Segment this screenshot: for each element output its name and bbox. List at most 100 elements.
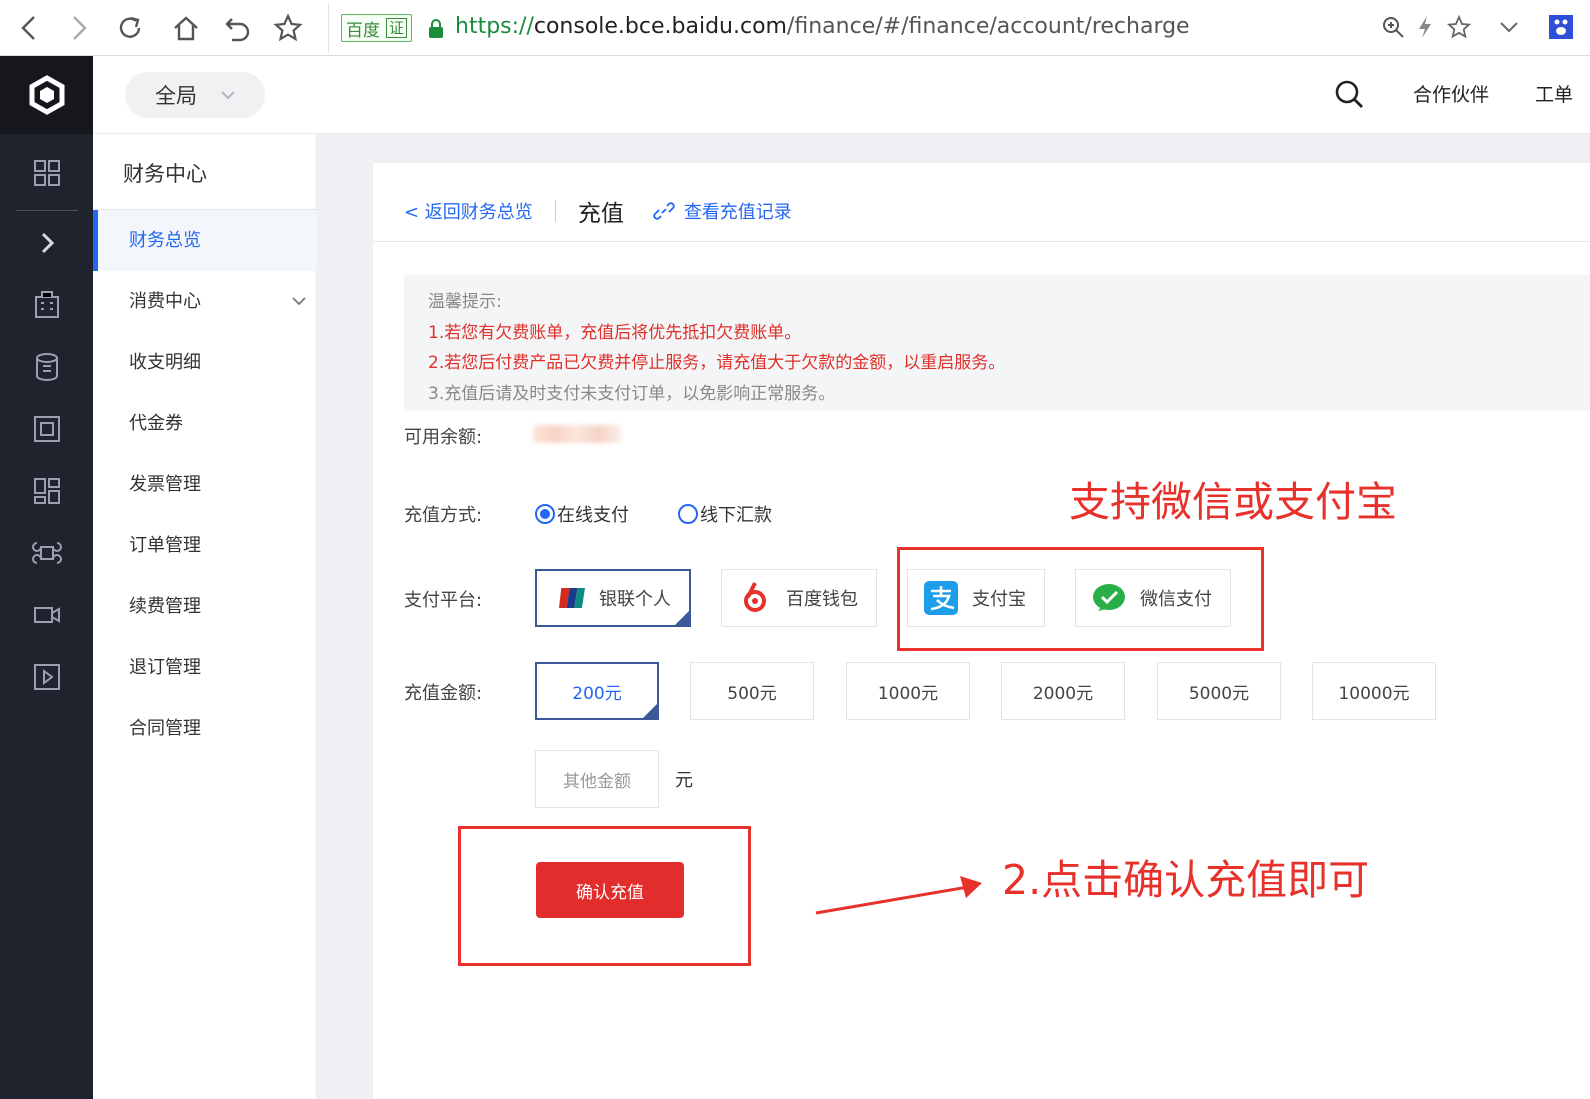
page-title: 充值 xyxy=(577,201,624,227)
browser-forward-button[interactable] xyxy=(58,8,98,48)
star-outline-icon xyxy=(1446,14,1472,39)
browser-reload-button[interactable] xyxy=(110,8,150,48)
baidu-extension-button[interactable] xyxy=(1546,12,1576,42)
annotation-box-payment xyxy=(897,547,1264,651)
recharge-history-link[interactable]: 查看充值记录 xyxy=(684,198,792,224)
browser-home-button[interactable] xyxy=(166,8,206,48)
video-camera-icon xyxy=(34,607,60,623)
finance-sidebar: 财务中心 财务总览 消费中心 收支明细 代金券 发票管理 订单管理 续费管理 退… xyxy=(93,134,317,1099)
unionpay-icon xyxy=(559,588,585,608)
platform-baidu-wallet[interactable]: 百度钱包 xyxy=(721,569,877,627)
amount-label: 充值金额: xyxy=(404,683,483,704)
method-offline-radio[interactable]: 线下汇款 xyxy=(678,501,772,527)
sidebar-title: 财务中心 xyxy=(123,162,207,186)
partner-link[interactable]: 合作伙伴 xyxy=(1413,80,1489,107)
dropdown-button[interactable] xyxy=(1494,12,1524,42)
address-bar[interactable]: 百度 证 https://console.bce.baidu.com/finan… xyxy=(328,4,1488,52)
method-label: 充值方式: xyxy=(404,505,483,526)
forward-arrow-icon xyxy=(73,16,87,40)
sidebar-item-refunds[interactable]: 退订管理 xyxy=(93,637,317,698)
rail-products[interactable] xyxy=(30,156,64,190)
rail-media[interactable] xyxy=(30,598,64,632)
amount-10000[interactable]: 10000元 xyxy=(1312,662,1436,720)
tip-line-2: 2.若您后付费产品已欠费并停止服务，请充值大于欠款的金额，以重启服务。 xyxy=(428,353,1006,373)
annotation-box-confirm xyxy=(458,826,751,966)
sidebar-item-vouchers[interactable]: 代金券 xyxy=(93,393,317,454)
database-icon xyxy=(36,353,58,381)
favorite-button[interactable] xyxy=(1444,12,1474,42)
sidebar-item-invoices[interactable]: 发票管理 xyxy=(93,454,317,515)
rail-storage[interactable] xyxy=(30,350,64,384)
sidebar-item-overview[interactable]: 财务总览 xyxy=(93,210,317,271)
rail-dashboard[interactable] xyxy=(30,474,64,508)
currency-unit: 元 xyxy=(675,770,693,791)
back-arrow-icon xyxy=(21,16,35,40)
chevron-down-icon xyxy=(221,91,235,100)
tips-heading: 温馨提示: xyxy=(428,292,502,312)
amount-500[interactable]: 500元 xyxy=(690,662,814,720)
tip-line-3: 3.充值后请及时支付未支付订单，以免影响正常服务。 xyxy=(428,383,836,404)
search-icon[interactable] xyxy=(1333,78,1365,110)
layout-icon xyxy=(34,478,60,504)
ticket-link[interactable]: 工单 xyxy=(1535,80,1573,107)
reload-icon xyxy=(119,16,141,38)
grid-icon xyxy=(34,160,60,186)
paw-icon xyxy=(1549,15,1573,39)
zoom-in-icon xyxy=(1383,17,1404,38)
platform-unionpay[interactable]: 银联个人 xyxy=(535,569,691,627)
browser-toolbar: 百度 证 https://console.bce.baidu.com/finan… xyxy=(0,0,1590,56)
chevron-down-icon xyxy=(292,297,306,306)
radio-empty-icon xyxy=(678,504,698,524)
logo[interactable] xyxy=(0,56,93,134)
balance-value-redacted xyxy=(533,425,621,443)
rail-network[interactable] xyxy=(30,412,64,446)
play-icon xyxy=(34,664,60,690)
other-amount-input[interactable]: 其他金额 xyxy=(535,750,659,808)
browser-back-button[interactable] xyxy=(10,8,50,48)
amount-5000[interactable]: 5000元 xyxy=(1157,662,1281,720)
sidebar-item-transactions[interactable]: 收支明细 xyxy=(93,332,317,393)
speed-mode-button[interactable] xyxy=(1410,12,1440,42)
sidebar-item-orders[interactable]: 订单管理 xyxy=(93,515,317,576)
browser-bookmark-button[interactable] xyxy=(268,8,308,48)
lock-icon xyxy=(429,19,443,38)
command-icon xyxy=(32,542,62,564)
undo-icon xyxy=(225,18,250,42)
sidebar-item-contracts[interactable]: 合同管理 xyxy=(93,698,317,759)
radio-selected-icon xyxy=(535,504,555,524)
rail-expand[interactable] xyxy=(30,226,64,260)
annotation-arrow-icon xyxy=(815,876,982,915)
amount-1000[interactable]: 1000元 xyxy=(846,662,970,720)
breadcrumb: < 返回财务总览 充值 查看充值记录 xyxy=(404,191,792,231)
chip-icon xyxy=(34,416,60,442)
sidebar-item-consumption[interactable]: 消费中心 xyxy=(93,271,317,332)
link-icon xyxy=(653,202,675,220)
baidu-wallet-icon xyxy=(744,582,766,612)
url-text: https://console.bce.baidu.com/finance/#/… xyxy=(455,14,1190,39)
star-icon xyxy=(273,13,303,42)
chevron-right-icon xyxy=(41,232,55,254)
back-to-overview-link[interactable]: < 返回财务总览 xyxy=(404,198,533,224)
sidebar-item-renewals[interactable]: 续费管理 xyxy=(93,576,317,637)
icon-rail xyxy=(0,56,93,1099)
rail-play[interactable] xyxy=(30,660,64,694)
chevron-down-icon xyxy=(1500,22,1518,33)
browser-undo-button[interactable] xyxy=(218,8,258,48)
annotation-confirm-note: 2.点击确认充值即可 xyxy=(1002,856,1370,904)
cloud-logo-icon xyxy=(29,75,64,115)
site-badge: 百度 证 xyxy=(341,14,413,42)
balance-label: 可用余额: xyxy=(404,427,483,448)
zoom-button[interactable] xyxy=(1378,12,1408,42)
method-online-radio[interactable]: 在线支付 xyxy=(535,501,629,527)
amount-2000[interactable]: 2000元 xyxy=(1001,662,1125,720)
platform-label: 支付平台: xyxy=(404,590,483,611)
rail-compute[interactable] xyxy=(30,288,64,322)
console-header: 全局 合作伙伴 工单 xyxy=(93,56,1590,134)
region-selector[interactable]: 全局 xyxy=(125,72,265,118)
tip-line-1: 1.若您有欠费账单，充值后将优先抵扣欠费账单。 xyxy=(428,322,802,343)
building-icon xyxy=(35,291,59,318)
amount-200[interactable]: 200元 xyxy=(535,662,659,720)
rail-services[interactable] xyxy=(30,536,64,570)
annotation-payment-note: 支持微信或支付宝 xyxy=(1069,478,1397,526)
home-icon xyxy=(174,16,198,41)
